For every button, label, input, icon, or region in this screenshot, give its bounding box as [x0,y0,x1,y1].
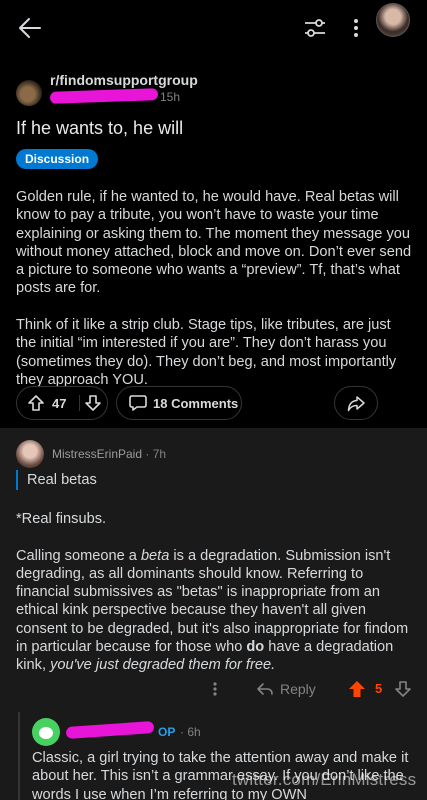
watermark: twitter.com/ErinMistress [232,770,417,789]
comment-bubble-icon [129,395,147,411]
more-vertical-icon [354,19,358,37]
redaction-mark [49,88,159,104]
comment-author-line: MistressErinPaid · 7h [52,447,166,461]
comment-author[interactable]: MistressErinPaid [52,447,142,461]
sort-button[interactable] [298,12,332,44]
subreddit-icon[interactable] [16,80,42,106]
top-bar [0,0,427,56]
post-header: r/findomsupportgroup 15h [14,70,414,110]
italic-text: you've just degraded them for free. [50,657,276,674]
comments-button[interactable]: 18 Comments [116,386,242,420]
upvote-active-icon[interactable] [348,680,366,698]
more-options-button[interactable] [343,12,369,44]
user-avatar[interactable] [376,3,410,37]
italic-text: beta [140,547,170,564]
subreddit-name[interactable]: r/findomsupportgroup [50,72,198,88]
downvote-icon[interactable] [84,394,102,412]
vote-count: 47 [52,396,67,411]
reply-label: Reply [280,681,316,697]
redaction-mark [65,720,155,740]
share-button[interactable] [334,386,378,420]
comment-actions: Reply 5 [0,676,427,702]
more-horizontal-icon[interactable] [205,680,225,698]
comment-paragraph: Calling someone a beta is a degradation.… [16,547,412,675]
quote-block: Real betas [16,470,316,490]
comment-body: *Real finsubs. Calling someone a beta is… [16,510,412,693]
upvote-icon[interactable] [27,394,45,412]
commenter-avatar[interactable] [16,440,44,468]
post-paragraph: Think of it like a strip club. Stage tip… [16,317,397,388]
reply-avatar[interactable] [32,718,60,746]
comment-score: 5 [375,681,383,696]
comment-paragraph: *Real finsubs. [16,511,107,527]
vote-divider [79,395,80,411]
reply-arrow-icon [257,683,273,695]
sort-sliders-icon [305,19,325,37]
share-arrow-icon [347,396,365,412]
downvote-icon[interactable] [394,680,412,698]
arrow-left-icon [19,18,41,38]
post-body: Golden rule, if he wanted to, he would h… [16,188,412,408]
post-paragraph: Golden rule, if he wanted to, he would h… [16,189,412,297]
thread-line[interactable] [18,712,20,800]
comment-time: 7h [152,447,167,461]
post-title: If he wants to, he will [16,118,184,138]
separator-dot: · [145,447,150,461]
back-button[interactable] [12,10,48,46]
comments-count: 18 Comments [153,396,239,411]
vote-control: 47 [16,386,108,420]
reply-time-value: 6h [187,725,201,739]
bold-text: do [246,639,265,656]
reply-time: · 6h [180,725,201,739]
op-badge: OP [158,725,176,739]
text-run: Calling someone a [16,547,141,564]
reply-button[interactable]: Reply [256,678,316,700]
post-flair[interactable]: Discussion [16,149,99,169]
post-time: 15h [160,90,181,104]
